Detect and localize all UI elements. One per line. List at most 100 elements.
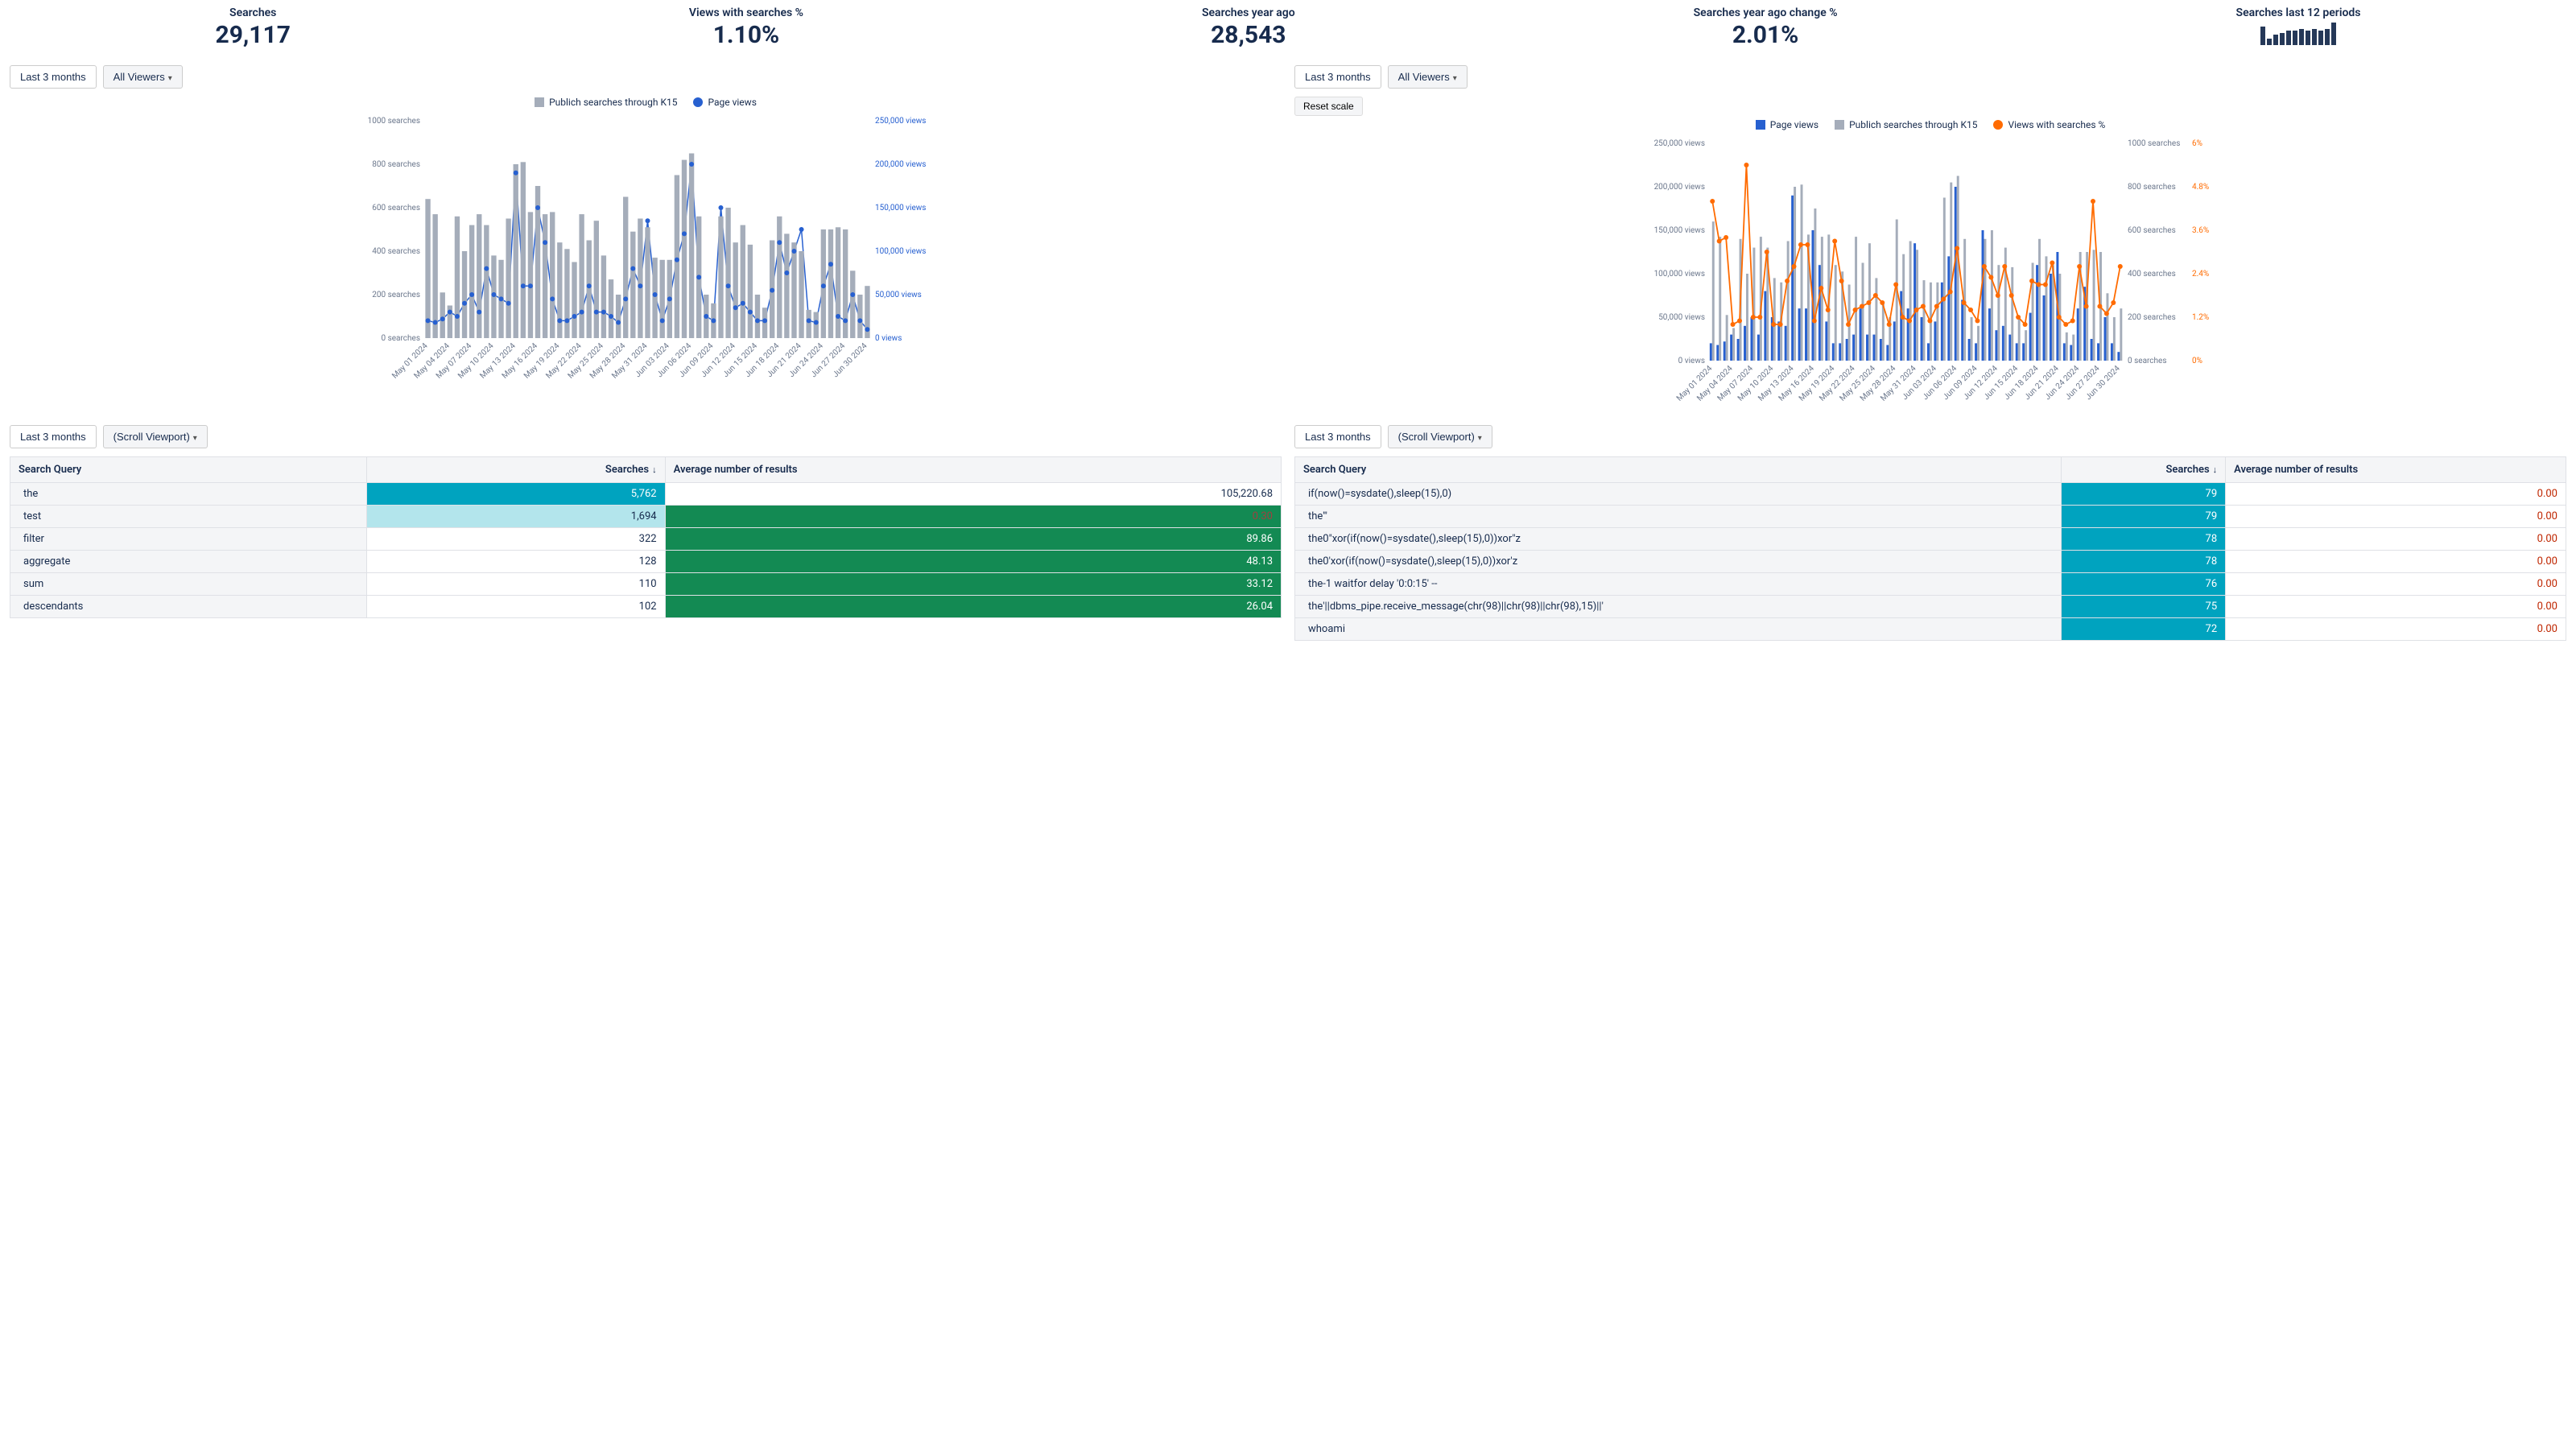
col-label: Searches [2165,464,2209,476]
kpi-views-pct: Views with searches % 1.10% [689,6,803,49]
cell-avg: 0.00 [2226,618,2566,641]
range-dropdown[interactable]: Last 3 months [10,425,97,448]
legend-item[interactable]: Views with searches % [1993,119,2105,130]
cell-searches: 75 [2061,596,2226,618]
chart-area-right[interactable]: 0 views 50,000 views 100,000 views 150,000 … [1294,135,2566,409]
range-label: Last 3 months [20,431,86,443]
cell-query: the-1 waitfor delay '0:0:15' -- [1295,573,2062,596]
table-row[interactable]: test1,6940.30 [10,506,1282,528]
viewer-dropdown[interactable]: All Viewers▾ [1388,65,1468,89]
cell-query: the'" [1295,506,2062,528]
cell-query: descendants [10,596,367,618]
svg-text:0 views: 0 views [875,334,902,343]
sparkline-chart [2236,23,2361,45]
svg-text:3.6%: 3.6% [2192,226,2209,235]
table-row[interactable]: descendants10226.04 [10,596,1282,618]
cell-searches: 76 [2061,573,2226,596]
chart-area-left[interactable]: 0 searches200 searches400 searches600 se… [10,113,1282,386]
legend-label: Publich searches through K15 [549,97,677,108]
col-searches[interactable]: Searches↓ [367,457,665,483]
table-row[interactable]: whoami720.00 [1295,618,2566,641]
col-avg[interactable]: Average number of results [665,457,1281,483]
reset-scale-button[interactable]: Reset scale [1294,97,1363,116]
cell-avg: 0.00 [2226,506,2566,528]
cell-avg: 0.00 [2226,573,2566,596]
search-query-table-right: Search Query Searches↓ Average number of… [1294,456,2566,641]
table-row[interactable]: the'"790.00 [1295,506,2566,528]
col-avg[interactable]: Average number of results [2226,457,2566,483]
svg-text:4.8%: 4.8% [2192,183,2209,192]
kpi-value: 29,117 [215,21,290,49]
table-row[interactable]: filter32289.86 [10,528,1282,551]
svg-text:50,000 views: 50,000 views [875,291,922,299]
svg-text:150,000 views: 150,000 views [875,204,926,213]
legend-label: Publich searches through K15 [1849,119,1977,130]
col-searches[interactable]: Searches↓ [2061,457,2226,483]
cell-query: filter [10,528,367,551]
range-label: Last 3 months [20,71,86,83]
scroll-dropdown[interactable]: (Scroll Viewport)▾ [1388,425,1492,448]
search-query-table-left: Search Query Searches↓ Average number of… [10,456,1282,618]
chevron-down-icon: ▾ [1478,434,1482,443]
range-dropdown[interactable]: Last 3 months [10,65,97,89]
legend-item[interactable]: Page views [1756,119,1818,130]
svg-text:400 searches: 400 searches [372,247,420,256]
kpi-searches-ya-chg: Searches year ago change % 2.01% [1694,6,1838,49]
svg-text:0 searches: 0 searches [2128,357,2167,365]
cell-avg: 89.86 [665,528,1281,551]
kpi-searches-ya: Searches year ago 28,543 [1202,6,1295,49]
cell-query: the0'xor(if(now()=sysdate(),sleep(15),0)… [1295,551,2062,573]
table-panel-left: Last 3 months (Scroll Viewport)▾ Search … [10,425,1282,641]
range-dropdown[interactable]: Last 3 months [1294,65,1381,89]
svg-text:0 views: 0 views [1678,357,1705,365]
col-query[interactable]: Search Query [1295,457,2062,483]
cell-query: the [10,483,367,506]
table-row[interactable]: if(now()=sysdate(),sleep(15),0)790.00 [1295,483,2566,506]
kpi-label: Searches year ago [1202,6,1295,19]
col-query[interactable]: Search Query [10,457,367,483]
svg-text:100,000 views: 100,000 views [1654,270,1705,279]
cell-avg: 0.00 [2226,596,2566,618]
legend-swatch [535,97,544,107]
cell-avg: 33.12 [665,573,1281,596]
table-controls: Last 3 months (Scroll Viewport)▾ [10,425,1282,448]
table-panel-right: Last 3 months (Scroll Viewport)▾ Search … [1294,425,2566,641]
table-row[interactable]: the0"xor(if(now()=sysdate(),sleep(15),0)… [1295,528,2566,551]
svg-text:0 searches: 0 searches [381,334,420,343]
kpi-value: 2.01% [1694,21,1838,49]
cell-searches: 322 [367,528,665,551]
table-row[interactable]: the5,762105,220.68 [10,483,1282,506]
legend-label: Views with searches % [2008,119,2105,130]
svg-text:0%: 0% [2192,357,2202,365]
svg-text:50,000 views: 50,000 views [1658,313,1705,322]
svg-text:1.2%: 1.2% [2192,313,2209,322]
kpi-sparkline: Searches last 12 periods [2236,6,2361,49]
cell-avg: 105,220.68 [665,483,1281,506]
table-row[interactable]: the0'xor(if(now()=sysdate(),sleep(15),0)… [1295,551,2566,573]
kpi-row: Searches 29,117 Views with searches % 1.… [0,0,2576,65]
table-row[interactable]: the'||dbms_pipe.receive_message(chr(98)|… [1295,596,2566,618]
viewer-dropdown[interactable]: All Viewers▾ [103,65,183,89]
tables-row: Last 3 months (Scroll Viewport)▾ Search … [0,425,2576,657]
kpi-searches: Searches 29,117 [215,6,290,49]
chart-panel-right: Last 3 months All Viewers▾ Reset scale P… [1294,65,2566,409]
table-row[interactable]: aggregate12848.13 [10,551,1282,573]
legend-item[interactable]: Publich searches through K15 [1835,119,1977,130]
chart-controls: Last 3 months All Viewers▾ [10,65,1282,89]
legend-item[interactable]: Page views [693,97,756,108]
svg-text:800 searches: 800 searches [2128,183,2176,192]
cell-searches: 79 [2061,506,2226,528]
range-dropdown[interactable]: Last 3 months [1294,425,1381,448]
svg-text:150,000 views: 150,000 views [1654,226,1705,235]
table-row[interactable]: sum11033.12 [10,573,1282,596]
legend-item[interactable]: Publich searches through K15 [535,97,677,108]
cell-query: the0"xor(if(now()=sysdate(),sleep(15),0)… [1295,528,2062,551]
svg-text:100,000 views: 100,000 views [875,247,926,256]
svg-text:1000 searches: 1000 searches [368,117,420,126]
cell-avg: 0.00 [2226,483,2566,506]
scroll-dropdown[interactable]: (Scroll Viewport)▾ [103,425,208,448]
svg-text:200 searches: 200 searches [372,291,420,299]
svg-text:1000 searches: 1000 searches [2128,139,2180,148]
table-row[interactable]: the-1 waitfor delay '0:0:15' --760.00 [1295,573,2566,596]
chart-legend: Publich searches through K15 Page views [10,97,1282,108]
